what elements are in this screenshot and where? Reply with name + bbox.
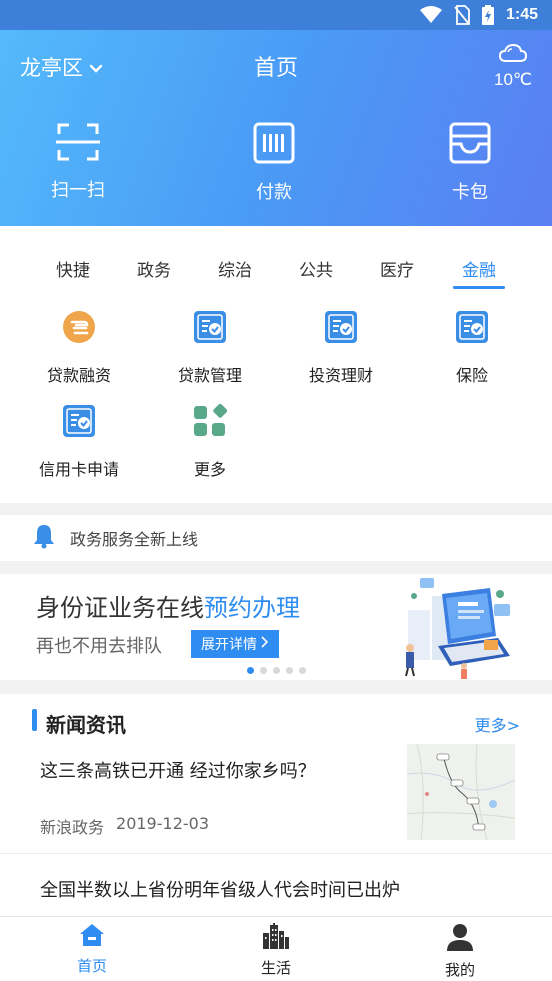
news-thumbnail-map[interactable]: [407, 744, 515, 840]
banner-subtitle: 再也不用去排队: [36, 636, 162, 657]
news-item-title[interactable]: 这三条高铁已开通 经过你家乡吗？: [40, 757, 316, 783]
clock: 1:45: [505, 6, 538, 23]
service-label: 贷款融资: [46, 366, 111, 385]
news-section-title: 新闻资讯: [46, 713, 126, 737]
scan-icon: [56, 122, 100, 166]
card-wallet-button[interactable]: 卡包: [420, 122, 520, 204]
news-divider: [0, 853, 552, 854]
banner-headline-main: 身份证业务在线: [36, 594, 204, 622]
expand-details-label: 展开详情: [201, 637, 257, 653]
notice-bar[interactable]: 政务服务全新上线: [0, 515, 552, 561]
banner-headline: 身份证业务在线预约办理: [36, 588, 300, 623]
temperature: 10℃: [493, 70, 532, 89]
tab-medical[interactable]: 医疗: [367, 256, 427, 281]
carousel-dot[interactable]: [247, 667, 254, 674]
city-buildings-icon: [262, 923, 290, 953]
promo-banner[interactable]: 身份证业务在线预约办理 再也不用去排队 展开详情: [0, 574, 552, 680]
credit-card-application-icon: [62, 404, 96, 442]
carousel-dots: [247, 667, 306, 674]
tab-finance-label: 金融: [462, 261, 496, 281]
tab-finance[interactable]: 金融: [449, 256, 509, 289]
service-label: 贷款管理: [177, 366, 242, 385]
active-tab-indicator: [453, 286, 505, 289]
status-bar: 1:45: [0, 0, 552, 30]
investment-icon: [324, 310, 358, 348]
laptop-illustration: [398, 574, 518, 680]
service-tabs: 快捷 政务 综治 公共 医疗 金融: [0, 256, 552, 290]
service-insurance[interactable]: 保险: [412, 310, 532, 386]
tab-public[interactable]: 公共: [286, 256, 346, 281]
nav-life-label: 生活: [260, 959, 291, 977]
card-wallet-icon: [449, 122, 491, 168]
wifi-icon: [419, 6, 442, 24]
expand-details-button[interactable]: 展开详情: [191, 630, 279, 658]
service-loan-management[interactable]: 贷款管理: [150, 310, 270, 386]
header: 龙亭区 首页 10℃ 扫一扫 付款 卡包: [0, 30, 552, 226]
nav-life[interactable]: 生活: [226, 923, 326, 978]
card-wallet-label: 卡包: [452, 182, 488, 203]
service-label: 投资理财: [308, 366, 373, 385]
carousel-dot[interactable]: [260, 667, 267, 674]
bell-icon: [32, 523, 56, 553]
barcode-pay-icon: [253, 122, 295, 168]
section-accent-bar: [32, 709, 37, 731]
scan-button[interactable]: 扫一扫: [28, 122, 128, 202]
tab-government[interactable]: 政务: [124, 256, 184, 281]
service-label: 保险: [455, 366, 488, 385]
service-credit-card-application[interactable]: 信用卡申请: [19, 404, 139, 480]
carousel-dot[interactable]: [286, 667, 293, 674]
carousel-dot[interactable]: [273, 667, 280, 674]
nav-profile[interactable]: 我的: [410, 923, 510, 980]
pay-label: 付款: [256, 182, 292, 203]
loan-finance-icon: [62, 310, 96, 348]
news-item-title[interactable]: 全国半数以上省份明年省级人代会时间已出炉: [40, 876, 400, 902]
cloudy-icon: [498, 42, 527, 68]
notice-text: 政务服务全新上线: [70, 530, 199, 549]
weather-widget[interactable]: 10℃: [494, 42, 532, 90]
page-title: 首页: [253, 56, 298, 81]
news-section: 新闻资讯 更多> 这三条高铁已开通 经过你家乡吗？ 新浪政务 2019-12-0…: [0, 694, 552, 916]
carousel-dot[interactable]: [299, 667, 306, 674]
home-icon: [79, 923, 105, 951]
news-more-link[interactable]: 更多>: [475, 712, 520, 736]
no-sim-icon: [454, 5, 470, 25]
insurance-icon: [455, 310, 489, 348]
battery-charging-icon: [481, 5, 494, 25]
nav-home[interactable]: 首页: [42, 923, 142, 976]
pay-button[interactable]: 付款: [224, 122, 324, 204]
news-item-meta: 新浪政务 2019-12-03: [40, 814, 209, 838]
scan-label: 扫一扫: [51, 180, 105, 201]
service-investment[interactable]: 投资理财: [281, 310, 401, 386]
service-label: 更多: [193, 460, 226, 479]
tab-governance[interactable]: 综治: [205, 256, 265, 281]
nav-profile-label: 我的: [444, 961, 475, 979]
more-apps-icon: [193, 403, 228, 442]
service-more[interactable]: 更多: [150, 403, 270, 480]
nav-home-label: 首页: [76, 957, 107, 975]
service-panel: 快捷 政务 综治 公共 医疗 金融 贷款融资 贷款管理 投资理财 保险 信用卡申…: [0, 226, 552, 503]
loan-management-icon: [193, 310, 227, 348]
user-profile-icon: [446, 923, 474, 955]
news-date: 2019-12-03: [116, 814, 209, 833]
news-source: 新浪政务: [40, 818, 105, 837]
service-loan-finance[interactable]: 贷款融资: [19, 310, 139, 386]
bottom-navigation: 首页 生活 我的: [0, 916, 552, 981]
chevron-right-icon: [261, 636, 269, 652]
service-label: 信用卡申请: [38, 460, 119, 479]
banner-headline-highlight: 预约办理: [204, 594, 300, 622]
tab-shortcuts[interactable]: 快捷: [43, 256, 103, 281]
